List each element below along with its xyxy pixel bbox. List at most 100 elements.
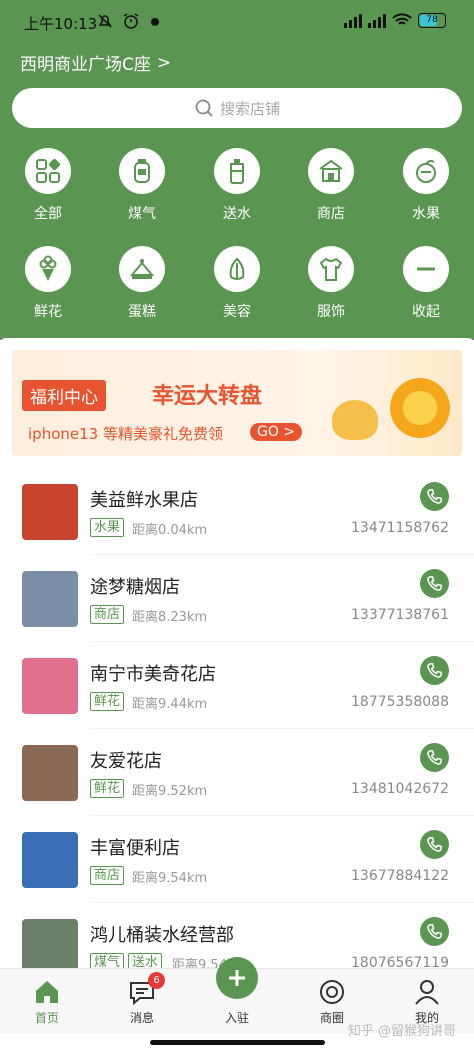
location-selector[interactable]: 西明商业广场C座 > — [20, 50, 172, 76]
user-icon — [415, 980, 439, 1005]
store-phone[interactable]: 18775358088 — [351, 694, 449, 710]
plus-button[interactable] — [216, 957, 258, 999]
call-button[interactable] — [420, 743, 449, 772]
watermark: 知乎 @留猴狗讲哥 — [347, 1024, 456, 1039]
store-name: 途梦糖烟店 — [90, 577, 180, 598]
category-fruit[interactable]: 水果 — [386, 148, 466, 223]
shop-icon — [319, 159, 343, 182]
chevron-right-icon: > — [156, 52, 172, 73]
category-label: 美容 — [223, 304, 251, 320]
grid-icon — [36, 158, 61, 183]
store-row[interactable]: 途梦糖烟店 商店 距离8.23km 13377138761 — [0, 555, 474, 642]
money-bag-icon — [332, 400, 378, 440]
category-all[interactable]: 全部 — [8, 148, 88, 223]
banner-subtitle: iphone13 等精美豪礼免费领 — [28, 425, 223, 443]
nav-business-circle[interactable]: 商圈 — [292, 977, 372, 1026]
wifi-icon — [392, 13, 412, 25]
promo-banner[interactable]: 福利中心 幸运大转盘 iphone13 等精美豪礼免费领 GO > — [12, 350, 462, 456]
category-water[interactable]: 送水 — [197, 148, 277, 223]
beauty-icon — [229, 257, 245, 280]
collapse-icon — [417, 267, 435, 271]
gas-tank-icon — [134, 159, 150, 183]
store-tag: 煤气 — [90, 953, 125, 968]
category-collapse[interactable]: 收起 — [386, 246, 466, 321]
store-name: 鸿儿桶装水经营部 — [90, 925, 234, 946]
banner-tag: 福利中心 — [22, 380, 106, 411]
store-row[interactable]: 友爱花店 鲜花 距离9.52km 13481042672 — [0, 729, 474, 816]
store-phone[interactable]: 13471158762 — [351, 520, 449, 536]
status-notification-icons — [96, 12, 162, 30]
water-bucket-icon — [230, 159, 244, 184]
cake-icon — [129, 259, 155, 279]
nav-label: 首页 — [34, 1011, 59, 1025]
store-phone[interactable]: 13677884122 — [351, 868, 449, 884]
store-tag: 鲜花 — [90, 779, 125, 798]
category-label: 蛋糕 — [128, 304, 156, 320]
message-count-badge: 6 — [148, 972, 165, 989]
category-gas[interactable]: 煤气 — [102, 148, 182, 223]
call-button[interactable] — [420, 917, 449, 946]
store-name: 丰富便利店 — [90, 838, 180, 859]
banner-go-button[interactable]: GO > — [250, 423, 303, 441]
store-row[interactable]: 丰富便利店 商店 距离9.54km 13677884122 — [0, 816, 474, 903]
store-distance: 距离9.54km — [132, 871, 208, 886]
call-button[interactable] — [420, 569, 449, 598]
store-name: 友爱花店 — [90, 751, 162, 772]
phone-icon — [427, 924, 442, 939]
store-thumbnail — [22, 571, 78, 627]
home-icon — [36, 981, 58, 1003]
store-tag: 商店 — [90, 866, 125, 885]
category-cake[interactable]: 蛋糕 — [102, 246, 182, 321]
store-tag: 水果 — [90, 518, 125, 537]
category-label: 收起 — [412, 304, 440, 320]
store-row[interactable]: 南宁市美奇花店 鲜花 距离9.44km 18775358088 — [0, 642, 474, 729]
alarm-icon — [123, 13, 139, 29]
store-distance: 距离0.04km — [132, 523, 208, 538]
category-flower[interactable]: 鲜花 — [8, 246, 88, 321]
banner-title: 幸运大转盘 — [152, 384, 263, 409]
nav-messages[interactable]: 6 消息 — [102, 972, 182, 1026]
store-thumbnail — [22, 832, 78, 888]
call-button[interactable] — [420, 656, 449, 685]
store-distance: 距离9.52km — [132, 784, 208, 799]
category-shop[interactable]: 商店 — [291, 148, 371, 223]
category-label: 服饰 — [317, 304, 345, 320]
category-label: 商店 — [317, 206, 345, 222]
home-indicator[interactable] — [150, 1040, 325, 1045]
prize-wheel-icon — [390, 378, 450, 438]
status-time: 上午10:13 — [24, 15, 98, 33]
store-tag: 鲜花 — [90, 692, 125, 711]
store-phone[interactable]: 13377138761 — [351, 607, 449, 623]
category-label: 鲜花 — [34, 304, 62, 320]
store-thumbnail — [22, 484, 78, 540]
phone-icon — [427, 837, 442, 852]
search-input[interactable]: 搜索店铺 — [12, 88, 462, 128]
phone-icon — [427, 576, 442, 591]
nav-label: 商圈 — [319, 1011, 344, 1025]
circle-icon — [320, 980, 344, 1004]
battery-level: 78 — [426, 14, 438, 25]
category-label: 煤气 — [128, 206, 156, 222]
store-thumbnail — [22, 658, 78, 714]
store-phone[interactable]: 18076567119 — [351, 955, 449, 968]
signal-icon — [344, 12, 362, 28]
nav-home[interactable]: 首页 — [7, 977, 87, 1026]
call-button[interactable] — [420, 830, 449, 859]
category-label: 送水 — [223, 206, 251, 222]
store-tag: 商店 — [90, 605, 125, 624]
category-label: 水果 — [412, 206, 440, 222]
mute-icon — [98, 14, 112, 28]
store-distance: 距离9.44km — [132, 697, 208, 712]
plus-icon — [229, 970, 245, 986]
clothes-icon — [319, 257, 343, 281]
store-row[interactable]: 美益鲜水果店 水果 距离0.04km 13471158762 — [0, 468, 474, 555]
category-clothes[interactable]: 服饰 — [291, 246, 371, 321]
phone-icon — [427, 489, 442, 504]
store-phone[interactable]: 13481042672 — [351, 781, 449, 797]
nav-profile[interactable]: 我的 — [387, 977, 467, 1026]
store-distance: 距离8.23km — [132, 610, 208, 625]
store-thumbnail — [22, 745, 78, 801]
category-beauty[interactable]: 美容 — [197, 246, 277, 321]
fruit-icon — [416, 159, 436, 183]
call-button[interactable] — [420, 482, 449, 511]
